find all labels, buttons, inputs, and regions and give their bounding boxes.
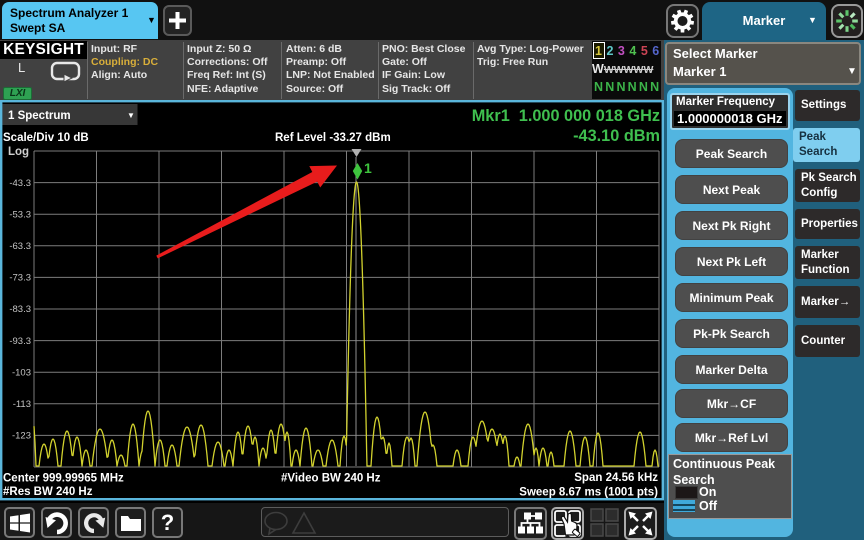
svg-text:Mkr1 1.000 000 018 GHz: Mkr1 1.000 000 018 GHz — [472, 107, 660, 125]
svg-text:-73.3: -73.3 — [9, 273, 31, 284]
svg-text:-123: -123 — [12, 431, 31, 442]
svg-text:Center 999.99965 MHz: Center 999.99965 MHz — [3, 473, 124, 485]
svg-text:-83.3: -83.3 — [9, 304, 31, 315]
svg-text:-53.3: -53.3 — [9, 209, 31, 220]
svg-text:▼: ▼ — [127, 111, 135, 120]
svg-text:-43.10 dBm: -43.10 dBm — [573, 127, 660, 145]
svg-text:Ref Level -33.27 dBm: Ref Level -33.27 dBm — [275, 132, 391, 144]
svg-text:#Res BW 240 Hz: #Res BW 240 Hz — [3, 486, 93, 498]
svg-text:Sweep 8.67 ms (1001 pts): Sweep 8.67 ms (1001 pts) — [519, 487, 658, 499]
svg-text:-113: -113 — [13, 399, 31, 410]
svg-text:-63.3: -63.3 — [9, 241, 31, 252]
svg-text:-43.3: -43.3 — [9, 178, 31, 189]
svg-text:Scale/Div 10 dB: Scale/Div 10 dB — [3, 132, 89, 144]
svg-text:1 Spectrum: 1 Spectrum — [8, 110, 71, 122]
svg-text:1: 1 — [364, 160, 372, 176]
svg-text:-93.3: -93.3 — [9, 336, 31, 347]
svg-text:-103: -103 — [12, 367, 31, 378]
svg-text:#Video BW 240 Hz: #Video BW 240 Hz — [281, 473, 381, 485]
svg-text:Log: Log — [8, 146, 29, 158]
svg-text:Span 24.56 kHz: Span 24.56 kHz — [574, 472, 658, 484]
